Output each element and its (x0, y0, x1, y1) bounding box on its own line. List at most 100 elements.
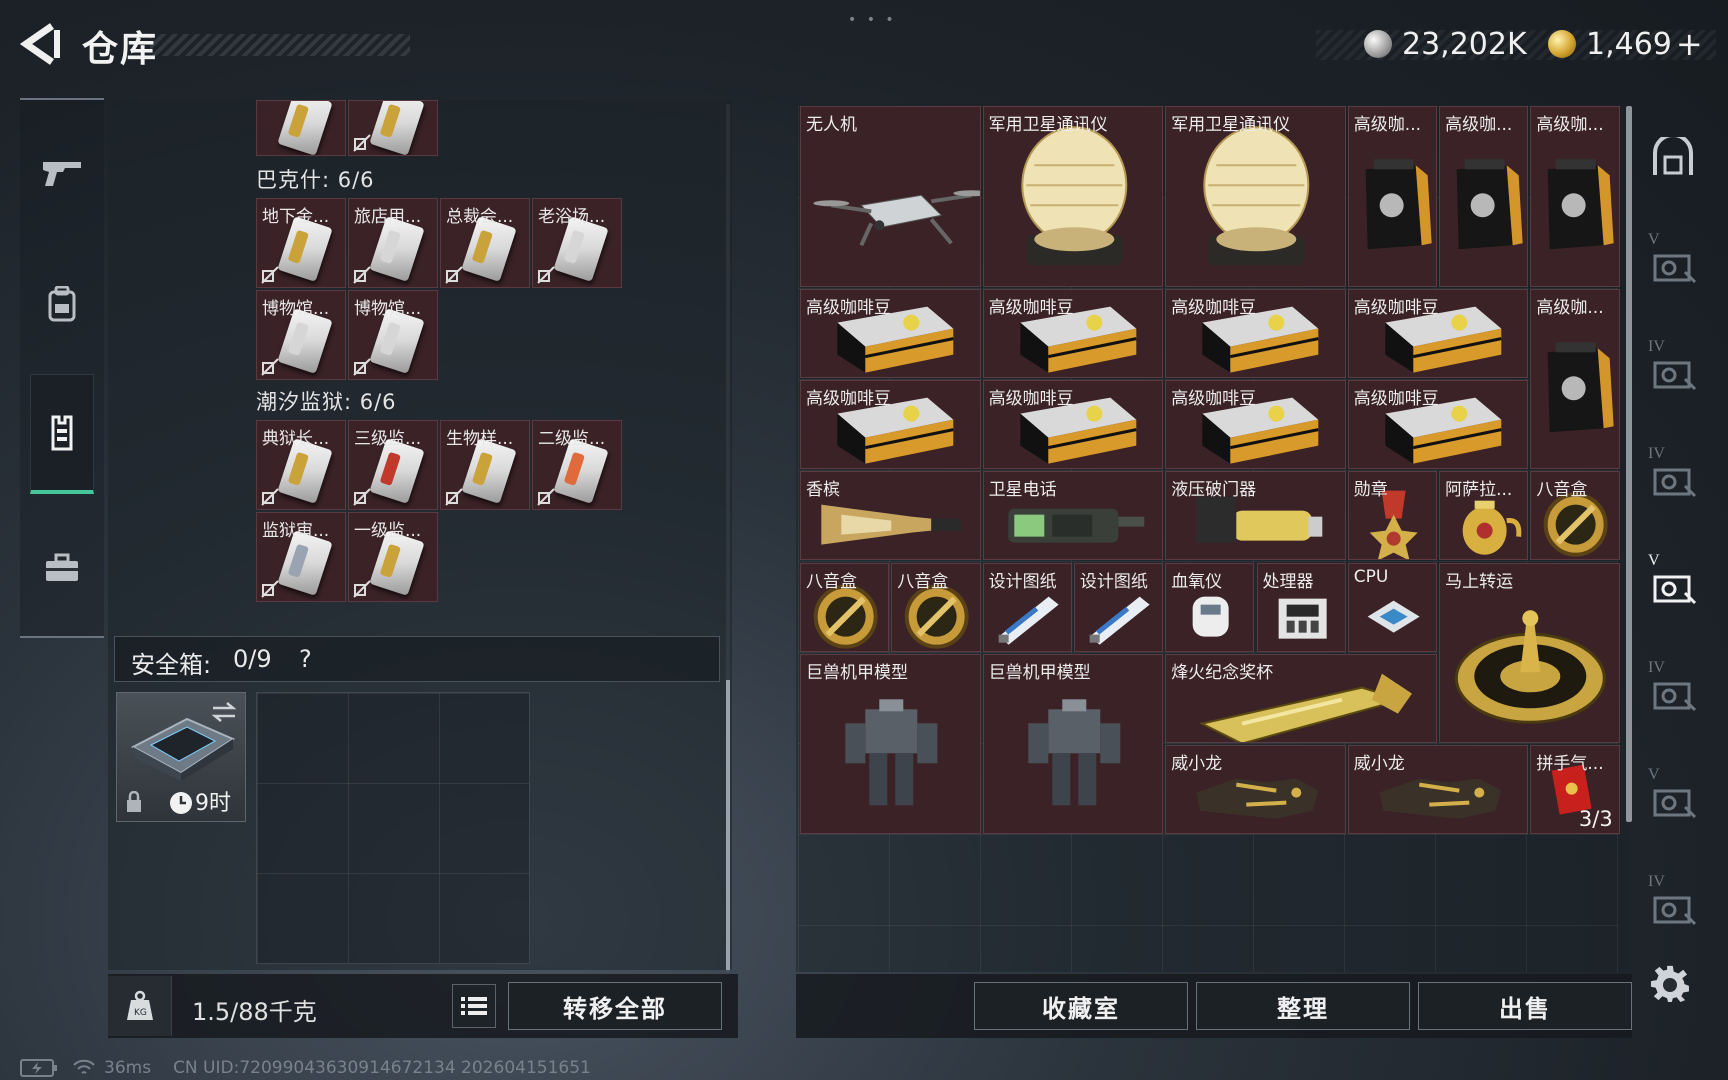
keycard-slot[interactable]: 典狱长... (256, 420, 346, 510)
keycard-slot[interactable]: 一级监... (348, 512, 438, 602)
stash-item-coffee-bag[interactable]: 高级咖... (1530, 106, 1620, 287)
stash-page-6[interactable]: V (1642, 754, 1704, 844)
stash-item-music-box[interactable]: 八音盒 (800, 562, 890, 652)
backpack-icon (48, 286, 76, 322)
unbound-icon (353, 266, 371, 284)
stash-item-blueprint[interactable]: 设计图纸 (982, 562, 1072, 652)
stash-page-2[interactable]: IV (1642, 326, 1704, 416)
stash-item-mech[interactable]: 巨兽机甲模型 (800, 653, 981, 835)
back-button[interactable] (18, 20, 62, 68)
nav-weapons[interactable] (20, 112, 104, 232)
stash-item-sat-phone[interactable]: 卫星电话 (982, 471, 1164, 561)
stash-item-music-box[interactable]: 八音盒 (891, 562, 981, 652)
item-label: 八音盒 (806, 571, 857, 592)
stash-page-5[interactable]: IV (1642, 647, 1704, 737)
stash-item-mech[interactable]: 巨兽机甲模型 (982, 653, 1164, 835)
stash-page-7[interactable]: IV (1642, 861, 1704, 951)
keycard-slot[interactable]: 博物馆... (348, 290, 438, 380)
stash-item-oximeter[interactable]: 血氧仪 (1165, 562, 1255, 652)
nav-backpack[interactable] (20, 244, 104, 364)
stash-item-drone[interactable]: 无人机 (800, 106, 981, 287)
item-label: 威小龙 (1353, 754, 1405, 775)
stash-item-satellite-dish[interactable]: 军用卫星通讯仪 (982, 106, 1164, 287)
sell-button[interactable]: 出售 (1418, 982, 1632, 1030)
item-label: 马上转运 (1445, 571, 1514, 592)
clock-icon (170, 792, 192, 814)
left-scrollbar-thumb[interactable] (726, 680, 730, 970)
drag-handle[interactable]: • • • (848, 12, 897, 28)
keycard-slot[interactable]: 老浴场... (532, 198, 622, 288)
stash-item-coffee-box[interactable]: 高级咖啡豆 (800, 379, 981, 470)
vest-icon (51, 415, 73, 450)
keycard-label: 一级监... (354, 521, 422, 541)
silver-currency[interactable]: 23,202K (1364, 24, 1527, 64)
keycard-slot[interactable] (256, 100, 346, 156)
keycard-slot[interactable]: 博物馆... (256, 290, 346, 380)
nav-vest[interactable] (30, 374, 94, 494)
stash-page-1[interactable]: V (1642, 219, 1704, 309)
safe-box-grid[interactable] (256, 692, 530, 964)
stash-item-champagne[interactable]: 香槟 (800, 471, 981, 561)
stash-item-coffee-box[interactable]: 高级咖啡豆 (800, 288, 981, 378)
stash-item-coffee-bag[interactable]: 高级咖... (1439, 106, 1529, 287)
keycard-slot[interactable]: 地下金... (256, 198, 346, 288)
stash-item-cpu[interactable]: CPU (1347, 562, 1438, 652)
add-currency-button[interactable]: + (1676, 25, 1703, 63)
keycard-slot[interactable]: 二级监... (532, 420, 622, 510)
item-label: 高级咖... (1353, 115, 1422, 135)
svg-text:KG: KG (134, 1008, 147, 1018)
weight-lock[interactable]: KG (108, 976, 172, 1036)
item-label: 八音盒 (897, 571, 949, 592)
stash-page-3[interactable]: IV (1642, 433, 1704, 523)
safe-box-help-button[interactable]: ? (299, 645, 312, 673)
stash-item-red-envelope[interactable]: 拼手气... 3/3 (1530, 745, 1620, 835)
item-label: 高级咖啡豆 (1353, 388, 1439, 409)
item-count: 3/3 (1578, 807, 1613, 832)
back-arrow-icon (19, 23, 60, 65)
stash-item-coffee-bag[interactable]: 高级咖... (1347, 106, 1438, 287)
nav-toolbox[interactable] (20, 508, 104, 628)
keycard-slot[interactable]: 总裁会... (440, 198, 530, 288)
item-label: 威小龙 (1171, 754, 1223, 775)
settings-button[interactable] (1650, 964, 1690, 1008)
gold-currency[interactable]: 1,469 + (1548, 24, 1703, 64)
stash-item-coffee-box[interactable]: 高级咖啡豆 (1165, 288, 1346, 378)
keycard-slot[interactable]: 监狱审... (256, 512, 346, 602)
stash-item-coffee-box[interactable]: 高级咖啡豆 (1347, 288, 1529, 378)
list-view-button[interactable] (452, 984, 496, 1028)
stash-item-blueprint[interactable]: 设计图纸 (1073, 562, 1164, 652)
stash-item-coffee-box[interactable]: 高级咖啡豆 (982, 379, 1164, 470)
stash-item-medal[interactable]: 勋章 (1347, 471, 1438, 561)
stash-item-teapot[interactable]: 阿萨拉... (1439, 471, 1529, 561)
stash-item-coffee-bag[interactable]: 高级咖... (1530, 288, 1620, 470)
stash-item-dragon-glove[interactable]: 威小龙 (1347, 745, 1529, 835)
transfer-all-button[interactable]: 转移全部 (508, 982, 722, 1030)
keycard-slot[interactable]: 三级监... (348, 420, 438, 510)
keycard-slot[interactable]: 生物样... (440, 420, 530, 510)
keycard-slot[interactable]: 旅店用... (348, 198, 438, 288)
unbound-icon (261, 488, 279, 506)
stash-item-music-box[interactable]: 八音盒 (1530, 471, 1620, 561)
stash-page-4[interactable]: V (1642, 540, 1704, 630)
stash-item-coffee-box[interactable]: 高级咖啡豆 (982, 288, 1164, 378)
stash-item-dragon-glove[interactable]: 威小龙 (1165, 745, 1346, 835)
keycard-icon (369, 101, 425, 155)
collection-room-button[interactable]: 收藏室 (974, 982, 1188, 1030)
stash-page-main[interactable] (1642, 112, 1704, 202)
stash-item-trophy[interactable]: 烽火纪念奖杯 (1165, 653, 1438, 744)
stash-item-satellite-dish[interactable]: 军用卫星通讯仪 (1165, 106, 1346, 287)
unbound-icon (445, 488, 463, 506)
keycard-group-title: 巴克什: 6/6 (256, 168, 375, 192)
organize-button[interactable]: 整理 (1196, 982, 1410, 1030)
stash-scrollbar[interactable] (1626, 106, 1632, 822)
safe-box-item[interactable]: 9时 (116, 692, 246, 822)
stash-item-coffee-box[interactable]: 高级咖啡豆 (1165, 379, 1346, 470)
stash-item-processor[interactable]: 处理器 (1256, 562, 1346, 652)
carry-weight: 1.5/88千克 (192, 998, 317, 1026)
title-decoration (150, 34, 410, 56)
stash-item-roulette[interactable]: 马上转运 (1439, 562, 1620, 744)
stash-item-breacher[interactable]: 液压破门器 (1165, 471, 1346, 561)
stash-item-coffee-box[interactable]: 高级咖啡豆 (1347, 379, 1529, 470)
keycard-label: 博物馆... (354, 299, 422, 319)
keycard-slot[interactable] (348, 100, 438, 156)
